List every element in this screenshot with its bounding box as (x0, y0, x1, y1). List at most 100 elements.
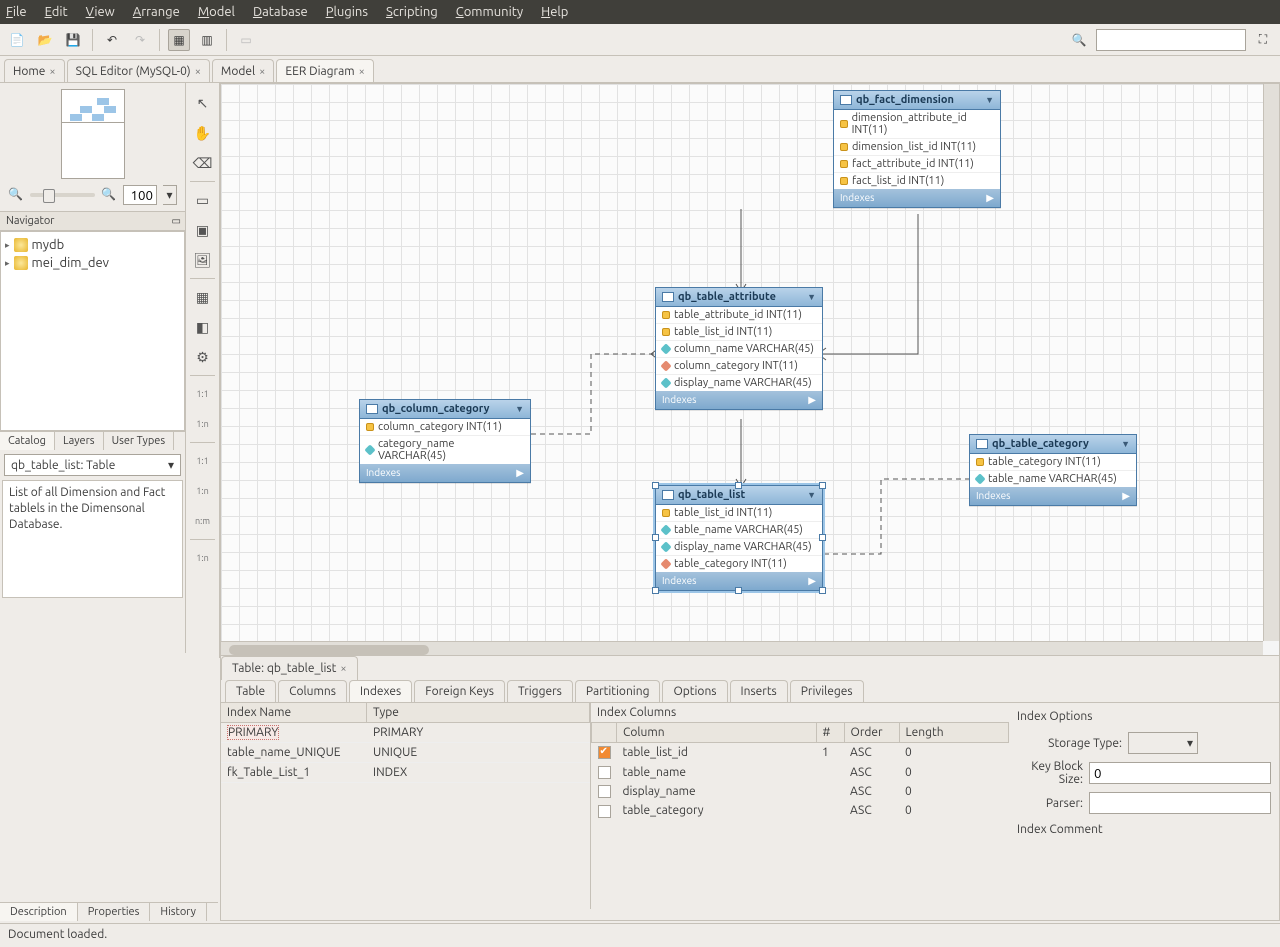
toolbar: 📄 📂 💾 ↶ ↷ ▦ ▥ ▭ 🔍 ⛶ (0, 24, 1280, 56)
status-bar: Document loaded. (0, 923, 1280, 947)
rel-11-id-icon[interactable]: 1:1 (189, 447, 217, 475)
key-block-size-input[interactable] (1089, 762, 1271, 784)
checkbox-icon[interactable] (598, 805, 611, 818)
canvas-vscrollbar[interactable] (1263, 84, 1279, 641)
subtab-partitioning[interactable]: Partitioning (575, 680, 661, 702)
menu-view[interactable]: View (86, 5, 115, 19)
align-icon[interactable]: ▥ (196, 29, 218, 51)
menu-plugins[interactable]: Plugins (326, 5, 368, 19)
checkbox-icon[interactable] (598, 785, 611, 798)
db-item[interactable]: ▸mei_dim_dev (3, 254, 182, 272)
subtab-table[interactable]: Table (225, 680, 276, 702)
parser-input[interactable] (1089, 792, 1271, 814)
subtab-foreign-keys[interactable]: Foreign Keys (414, 680, 505, 702)
menu-edit[interactable]: Edit (45, 5, 68, 19)
entity-qb-column-category[interactable]: qb_column_category▼ column_category INT(… (359, 399, 531, 483)
catalog-tab[interactable]: Catalog (0, 432, 55, 450)
db-item[interactable]: ▸mydb (3, 236, 182, 254)
catalog-tree[interactable]: ▸mydb ▸mei_dim_dev (0, 231, 185, 431)
close-icon[interactable]: × (259, 66, 265, 78)
tab-home[interactable]: Home× (4, 59, 65, 82)
navigator-preview[interactable] (61, 89, 125, 179)
layer-tool-icon[interactable]: ▭ (189, 186, 217, 214)
new-file-icon[interactable]: 📄 (6, 29, 28, 51)
menu-arrange[interactable]: Arrange (133, 5, 180, 19)
menu-file[interactable]: File (6, 5, 27, 19)
tab-description[interactable]: Description (0, 903, 78, 921)
routine-tool-icon[interactable]: ⚙ (189, 343, 217, 371)
close-icon[interactable]: × (49, 66, 55, 78)
page-icon[interactable]: ▭ (235, 29, 257, 51)
save-icon[interactable]: 💾 (62, 29, 84, 51)
close-icon[interactable]: × (340, 663, 346, 675)
table-icon (366, 404, 378, 414)
tool-palette: ↖ ✋ ⌫ ▭ ▣ 🖼 ▦ ◧ ⚙ 1:1 1:n 1:1 1:n n:m 1:… (186, 83, 220, 658)
entity-qb-fact-dimension[interactable]: qb_fact_dimension▼ dimension_attribute_i… (833, 90, 1001, 208)
left-sidebar: 🔍 🔍 ▾ Navigator▭ ▸mydb ▸mei_dim_dev Cata… (0, 83, 186, 653)
tab-properties[interactable]: Properties (78, 903, 151, 921)
grid-toggle-icon[interactable]: ▦ (168, 29, 190, 51)
subtab-triggers[interactable]: Triggers (507, 680, 573, 702)
hand-tool-icon[interactable]: ✋ (189, 119, 217, 147)
index-list[interactable]: Index NameType PRIMARYPRIMARY table_name… (221, 703, 591, 909)
subtab-columns[interactable]: Columns (278, 680, 347, 702)
image-tool-icon[interactable]: 🖼 (189, 246, 217, 274)
table-tool-icon[interactable]: ▦ (189, 283, 217, 311)
search-input[interactable] (1096, 29, 1246, 51)
rel-11-icon[interactable]: 1:1 (189, 380, 217, 408)
index-col-row[interactable]: table_nameASC0 (592, 762, 1009, 781)
undo-icon[interactable]: ↶ (101, 29, 123, 51)
checkbox-icon[interactable] (598, 766, 611, 779)
subtab-inserts[interactable]: Inserts (730, 680, 788, 702)
tab-sql-editor[interactable]: SQL Editor (MySQL-0)× (67, 59, 210, 82)
collapse-icon[interactable]: ▭ (172, 215, 181, 227)
storage-type-dropdown[interactable]: ▾ (1128, 732, 1198, 754)
subtab-indexes[interactable]: Indexes (349, 680, 412, 702)
zoom-out-icon[interactable]: 🔍 (8, 187, 24, 203)
diagram-canvas[interactable]: qb_fact_dimension▼ dimension_attribute_i… (220, 83, 1280, 658)
description-text[interactable]: List of all Dimension and Fact tablels i… (2, 480, 183, 598)
index-col-row[interactable]: table_list_id1ASC0 (592, 743, 1009, 763)
index-col-row[interactable]: table_categoryASC0 (592, 801, 1009, 820)
table-icon (840, 95, 852, 105)
tab-model[interactable]: Model× (212, 59, 274, 82)
close-icon[interactable]: × (195, 66, 201, 78)
rel-1n-id-icon[interactable]: 1:n (189, 477, 217, 505)
subtab-privileges[interactable]: Privileges (790, 680, 864, 702)
tab-history[interactable]: History (150, 903, 207, 921)
note-tool-icon[interactable]: ▣ (189, 216, 217, 244)
index-col-row[interactable]: display_nameASC0 (592, 782, 1009, 801)
expand-icon[interactable]: ⛶ (1252, 29, 1274, 51)
menu-database[interactable]: Database (253, 5, 308, 19)
menu-help[interactable]: Help (541, 5, 568, 19)
db-icon (14, 256, 28, 270)
menu-community[interactable]: Community (456, 5, 523, 19)
editor-tab[interactable]: Table: qb_table_list× (221, 656, 358, 680)
zoom-input[interactable] (123, 185, 157, 205)
pointer-tool-icon[interactable]: ↖ (189, 89, 217, 117)
menu-scripting[interactable]: Scripting (386, 5, 438, 19)
usertypes-tab[interactable]: User Types (104, 432, 175, 450)
entity-qb-table-list[interactable]: qb_table_list▼ table_list_id INT(11) tab… (655, 485, 823, 591)
entity-qb-table-attribute[interactable]: qb_table_attribute▼ table_attribute_id I… (655, 287, 823, 410)
menu-model[interactable]: Model (198, 5, 235, 19)
entity-qb-table-category[interactable]: qb_table_category▼ table_category INT(11… (969, 434, 1137, 506)
zoom-in-icon[interactable]: 🔍 (101, 187, 117, 203)
rel-nm-icon[interactable]: n:m (189, 507, 217, 535)
close-icon[interactable]: × (359, 66, 365, 78)
db-icon (14, 238, 28, 252)
subtab-options[interactable]: Options (662, 680, 727, 702)
rel-existing-icon[interactable]: 1:n (189, 544, 217, 572)
zoom-dropdown[interactable]: ▾ (163, 185, 177, 205)
tab-eer-diagram[interactable]: EER Diagram× (276, 59, 373, 82)
search-icon[interactable]: 🔍 (1068, 29, 1090, 51)
rel-1n-icon[interactable]: 1:n (189, 410, 217, 438)
zoom-slider[interactable] (30, 193, 95, 197)
checkbox-icon[interactable] (598, 746, 611, 759)
open-file-icon[interactable]: 📂 (34, 29, 56, 51)
view-tool-icon[interactable]: ◧ (189, 313, 217, 341)
eraser-tool-icon[interactable]: ⌫ (189, 149, 217, 177)
layers-tab[interactable]: Layers (55, 432, 104, 450)
redo-icon[interactable]: ↷ (129, 29, 151, 51)
selection-dropdown[interactable]: qb_table_list: Table▾ (4, 454, 181, 476)
